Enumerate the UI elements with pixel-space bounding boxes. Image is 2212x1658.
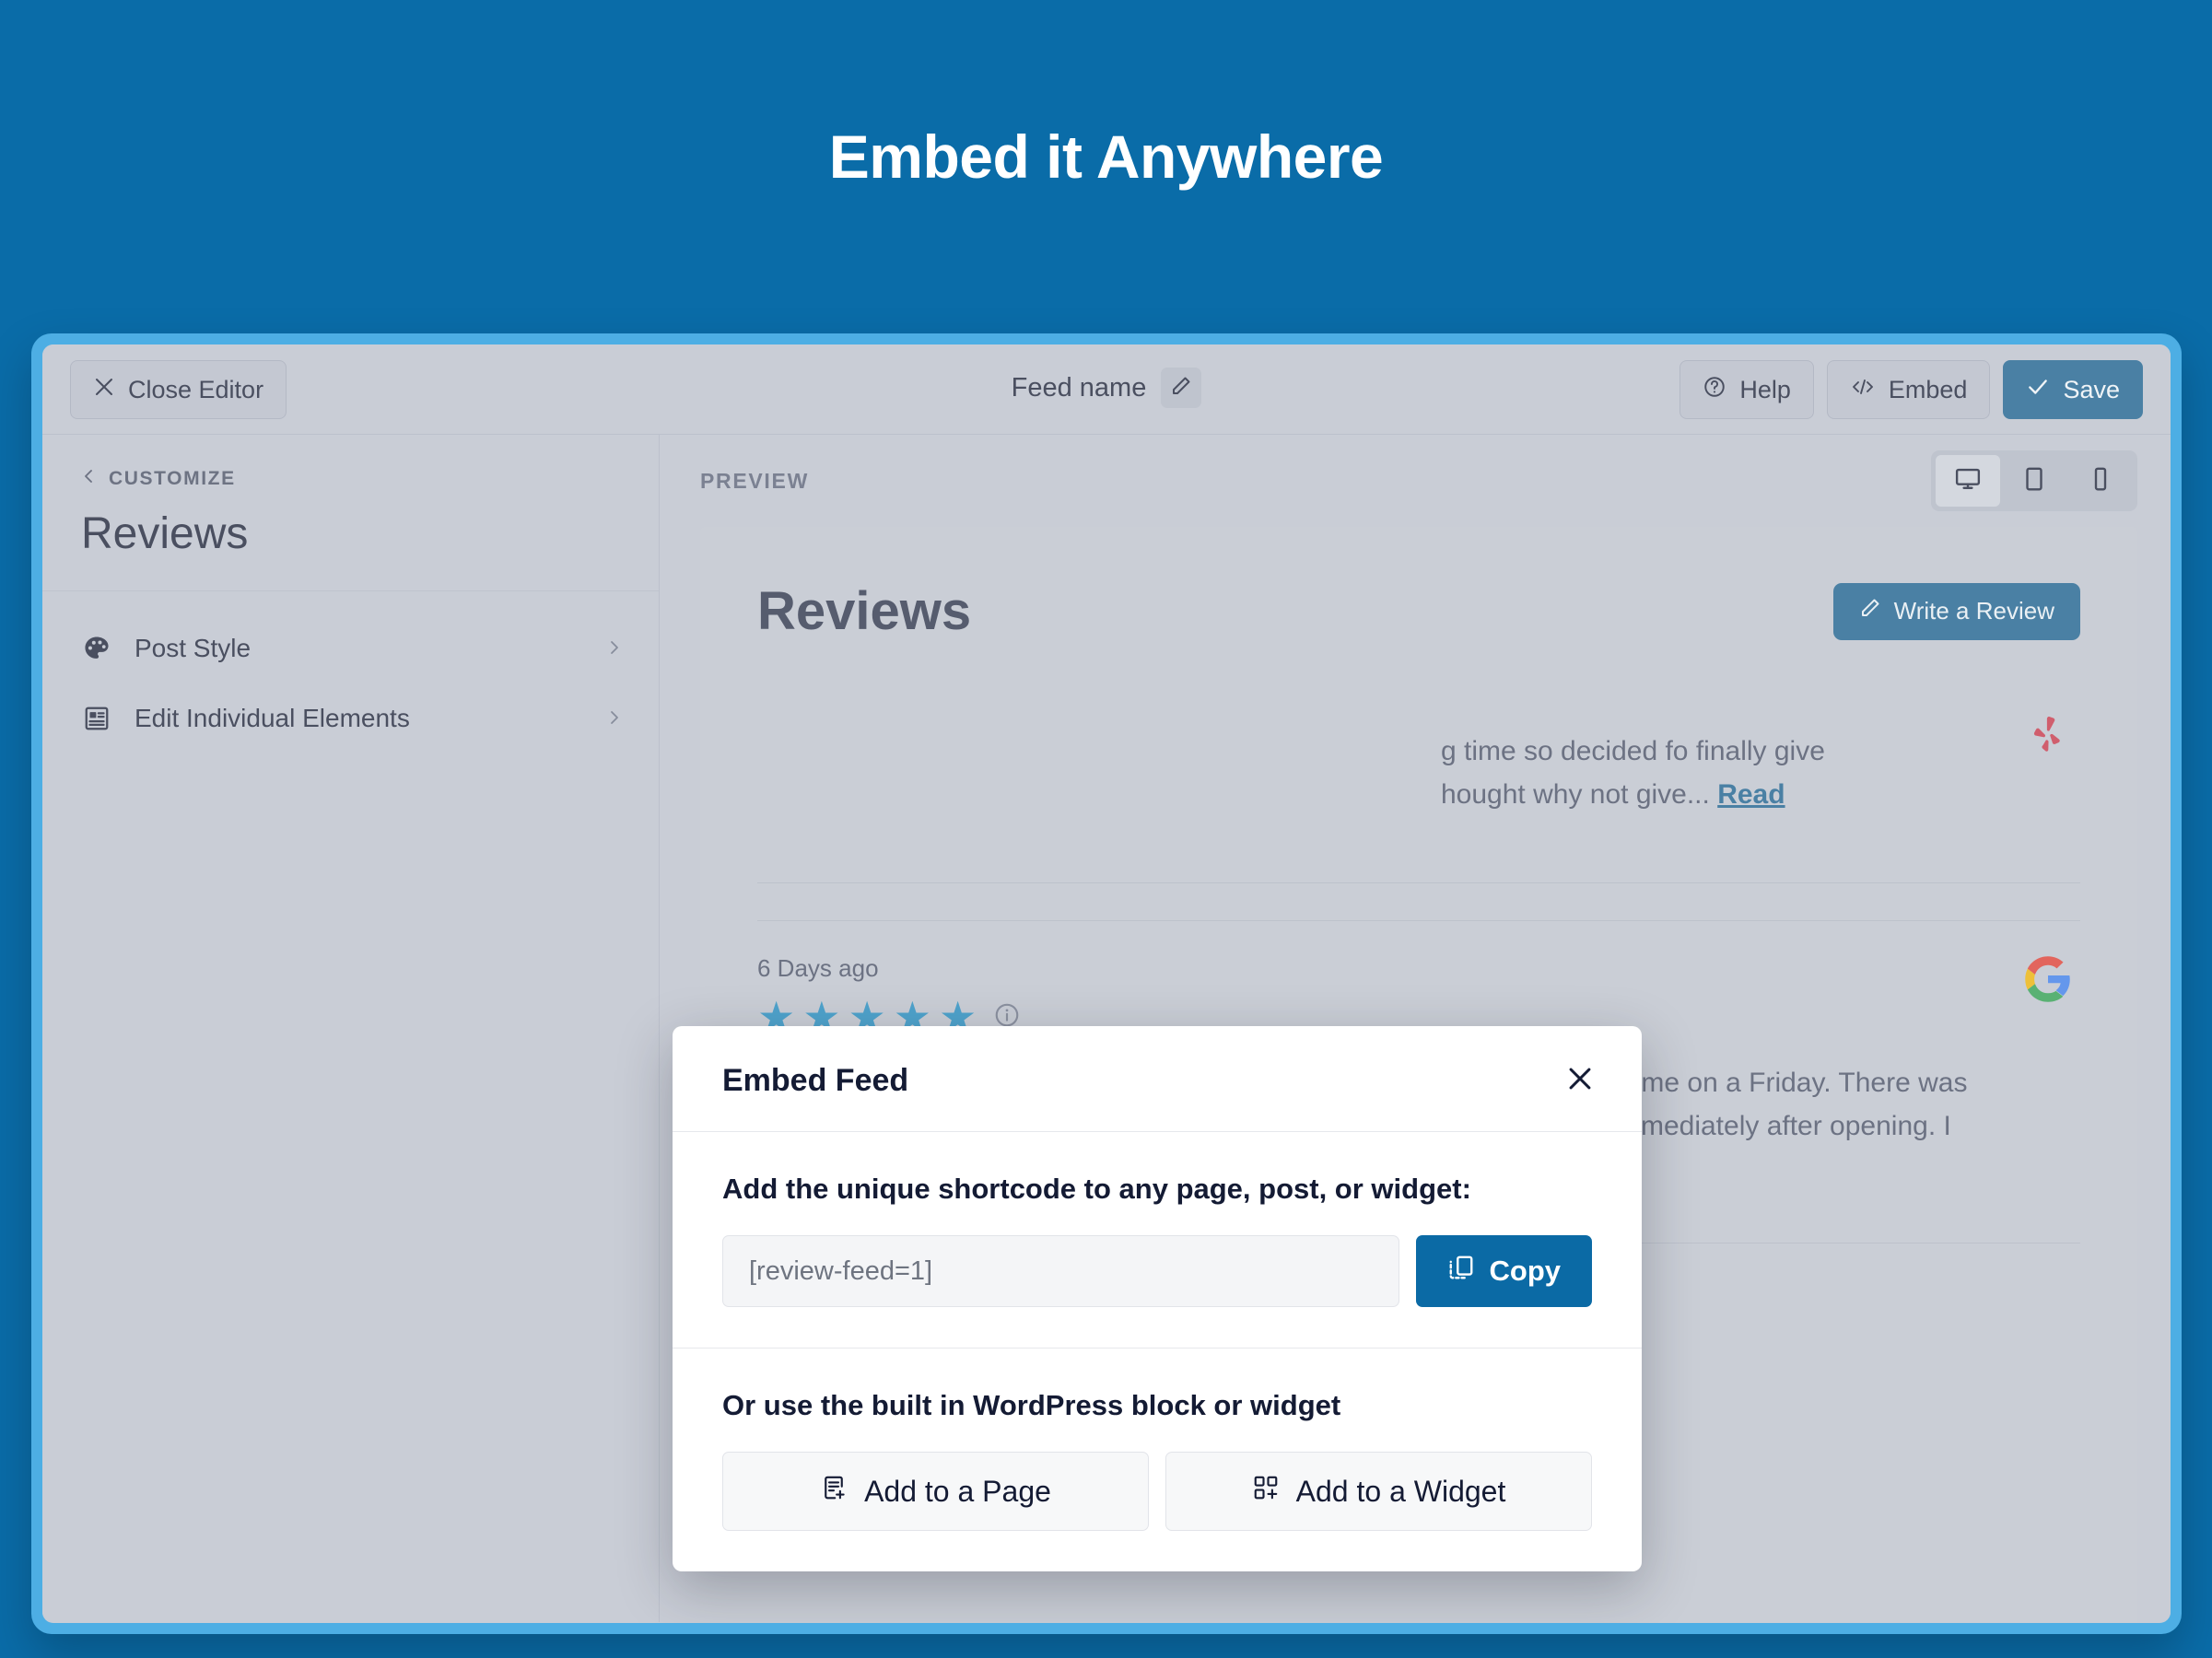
desktop-icon [1954,465,1982,497]
sidebar-item-label: Post Style [135,634,252,662]
help-button[interactable]: Help [1679,360,1814,419]
close-editor-label: Close Editor [128,375,264,403]
modal-title: Embed Feed [722,1062,909,1098]
embed-feed-modal: Embed Feed Add the unique shortcode to a… [673,1026,1642,1571]
shortcode-section: Add the unique shortcode to any page, po… [673,1132,1642,1349]
shortcode-heading: Add the unique shortcode to any page, po… [722,1173,1471,1205]
close-icon [1564,1063,1596,1099]
yelp-icon [2023,712,2075,764]
write-a-review-button[interactable]: Write a Review [1832,582,2080,640]
review-timestamp: 6 Days ago [757,954,879,982]
preview-toolbar: PREVIEW [660,435,2171,527]
embed-button[interactable]: Embed [1826,360,1991,419]
save-button[interactable]: Save [2003,360,2143,419]
mobile-icon [2087,465,2114,497]
add-to-widget-label: Add to a Widget [1295,1474,1506,1508]
chevron-left-icon [81,468,96,490]
read-more-link[interactable]: Read [1717,779,1785,810]
pencil-icon [1859,597,1881,625]
question-circle-icon [1703,375,1726,405]
feed-name-label: Feed name [1011,372,1147,403]
chevron-right-icon [607,704,622,733]
chevron-right-icon [607,634,622,663]
tablet-icon [2020,465,2048,497]
feed-title: Reviews [757,581,972,641]
review-text-line-2: hought why not give... [1441,778,1710,810]
toolbar-actions: Help Embed Save [1679,360,2143,419]
sidebar-item-edit-individual-elements[interactable]: Edit Individual Elements [42,683,659,753]
add-to-page-label: Add to a Page [864,1474,1051,1508]
modal-header: Embed Feed [673,1026,1642,1132]
editor-toolbar: Close Editor Feed name Help Embed Save [42,344,2171,435]
preview-label: PREVIEW [700,468,809,493]
wordpress-section: Or use the built in WordPress block or w… [673,1349,1642,1571]
shortcode-row: [review-feed=1] Copy [722,1235,1592,1307]
shortcode-input[interactable]: [review-feed=1] [722,1235,1399,1307]
divider [757,882,2080,883]
feed-header: Reviews Write a Review [757,580,2080,642]
help-label: Help [1739,375,1791,403]
customize-sidebar: CUSTOMIZE Reviews Post Style Edit Indivi… [42,435,660,1622]
app-window: Close Editor Feed name Help Embed Save C… [42,344,2171,1623]
sidebar-title: Reviews [81,509,249,558]
copy-button[interactable]: Copy [1415,1235,1592,1307]
breadcrumb-label: CUSTOMIZE [109,468,236,489]
review-card-yelp: g time so decided fo finally give hought… [757,642,2080,920]
app-window-frame: Close Editor Feed name Help Embed Save C… [31,333,2182,1634]
close-icon [93,376,115,404]
write-a-review-label: Write a Review [1893,597,2054,625]
code-icon [1850,376,1876,404]
breadcrumb[interactable]: CUSTOMIZE [81,468,622,490]
page-add-icon [820,1474,848,1509]
close-editor-button[interactable]: Close Editor [70,360,287,419]
palette-icon [81,633,112,664]
save-label: Save [2063,375,2120,403]
widget-add-icon [1252,1474,1280,1509]
device-mobile-button[interactable] [2068,455,2133,507]
add-to-page-button[interactable]: Add to a Page [722,1452,1149,1531]
sidebar-item-post-style[interactable]: Post Style [42,613,659,683]
review-text: g time so decided fo finally give hought… [757,730,1973,816]
wordpress-buttons: Add to a Page Add to a Widget [722,1452,1592,1531]
pencil-icon [1170,375,1192,402]
copy-icon [1447,1254,1475,1289]
device-desktop-button[interactable] [1936,455,2000,507]
wordpress-heading: Or use the built in WordPress block or w… [722,1389,1341,1421]
layout-list-icon [81,703,112,734]
modal-close-button[interactable] [1559,1059,1601,1102]
device-tablet-button[interactable] [2002,455,2066,507]
review-text-line-1: g time so decided fo finally give [1441,736,1825,766]
device-toggle-group [1931,450,2137,511]
sidebar-item-label: Edit Individual Elements [135,704,410,732]
embed-label: Embed [1888,375,1968,403]
page-title: Embed it Anywhere [828,123,1384,191]
google-icon [2023,954,2075,1006]
sidebar-header: CUSTOMIZE Reviews [42,435,659,591]
copy-label: Copy [1489,1255,1562,1287]
check-icon [2026,375,2050,405]
edit-feed-name-button[interactable] [1161,368,1202,408]
sidebar-nav: Post Style Edit Individual Elements [42,591,659,753]
add-to-widget-button[interactable]: Add to a Widget [1165,1452,1592,1531]
